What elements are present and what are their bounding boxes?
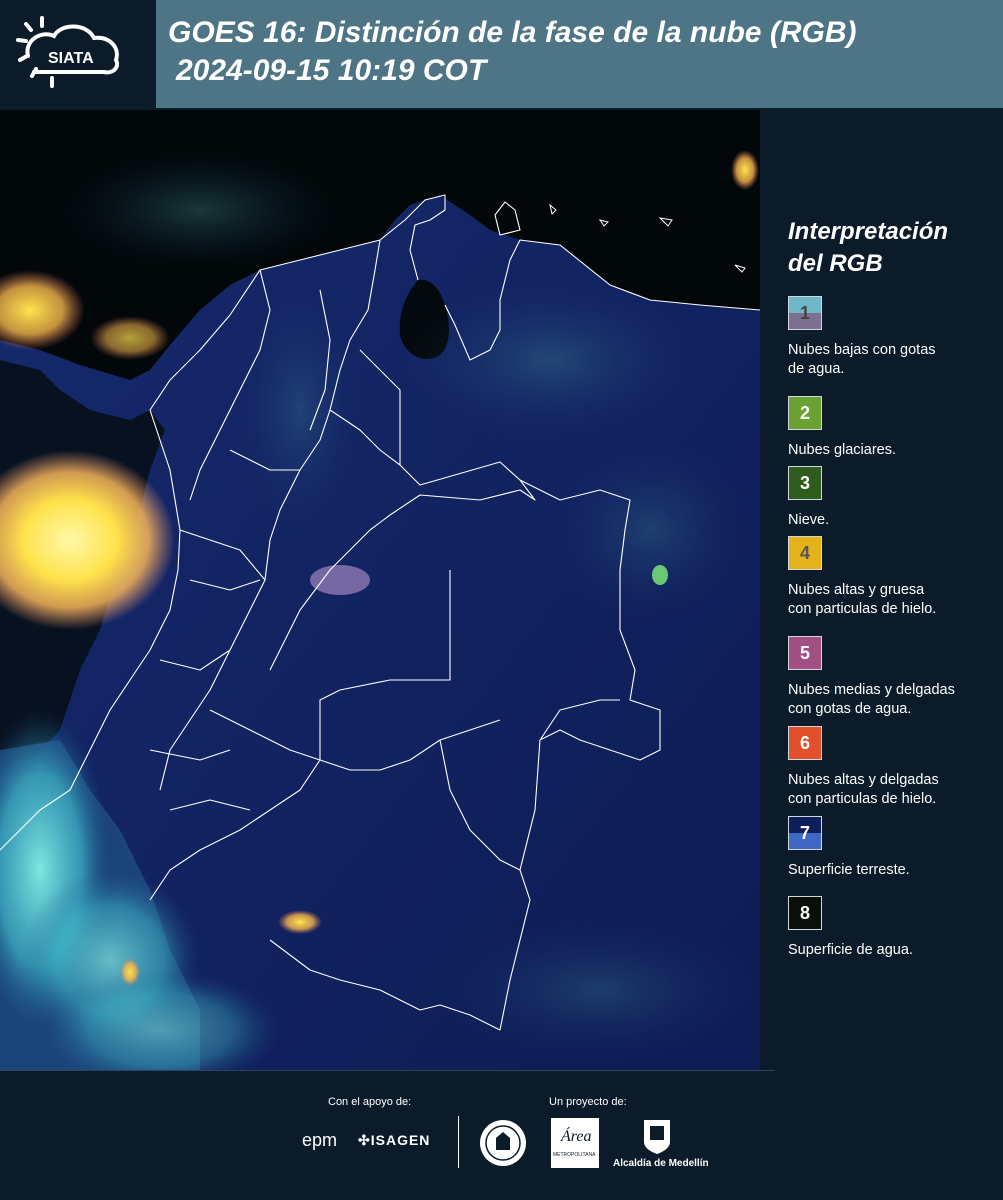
satellite-image	[0, 110, 760, 1070]
title-line-2: 2024-09-15 10:19 COT	[176, 54, 487, 87]
legend-number: 8	[799, 902, 810, 923]
legend-label: Nubes bajas con gotas de agua.	[788, 341, 1003, 379]
legend-label-line-1: Nubes altas y gruesa	[788, 582, 925, 598]
isagen-logo: ✣ISAGEN	[358, 1132, 430, 1149]
isagen-label: ISAGEN	[370, 1132, 431, 1148]
area-metropolitana-logo: Área METROPOLITANA	[551, 1118, 599, 1168]
legend-label-line-2: de agua.	[788, 361, 845, 377]
legend-label: Nubes glaciares.	[788, 441, 1003, 460]
legend-label-line-1: Nubes bajas con gotas	[788, 342, 936, 358]
footer-divider	[0, 1070, 775, 1071]
legend-label-line-1: Superficie de agua.	[788, 942, 913, 958]
footer: Con el apoyo de: Un proyecto de: epm ✣IS…	[0, 1070, 1003, 1200]
legend-number: 5	[799, 642, 810, 663]
legend-label-line-2: con particulas de hielo.	[788, 601, 937, 617]
legend-swatch: 6	[788, 726, 822, 760]
area-logo-sub: METROPOLITANA	[553, 1152, 596, 1158]
legend-item: 6 Nubes altas y delgadas con particulas de…	[788, 726, 1003, 809]
legend-label-line-2: con particulas de hielo.	[788, 791, 937, 807]
legend-label-line-1: Nubes glaciares.	[788, 442, 896, 458]
epm-logo: epm	[302, 1130, 338, 1150]
legend-swatch: 8	[788, 896, 822, 930]
legend-title-line-1: Interpretación	[788, 218, 949, 245]
legend-item: 3 Nieve.	[788, 466, 1003, 530]
legend-label: Superficie de agua.	[788, 941, 1003, 960]
legend-item: 2 Nubes glaciares.	[788, 396, 1003, 460]
legend-number: 1	[799, 302, 810, 323]
legend-label: Nubes altas y gruesa con particulas de hi…	[788, 581, 1003, 619]
legend-item: 4 Nubes altas y gruesa con particulas de h…	[788, 536, 1003, 619]
legend-swatch: 3	[788, 466, 822, 500]
svg-text:SIATA: SIATA	[48, 50, 94, 67]
legend-label-line-1: Nieve.	[788, 512, 830, 528]
legend-label-line-2: con gotas de agua.	[788, 701, 912, 717]
footer-vertical-separator	[458, 1116, 459, 1168]
legend-item: 7 Superficie terreste.	[788, 816, 1003, 880]
header-bar: SIATA GOES 16: Distinción de la fase de …	[0, 0, 1003, 108]
page-title: GOES 16: Distinción de la fase de la nub…	[168, 14, 856, 90]
legend-title: Interpretación del RGB	[788, 216, 948, 280]
legend-swatch: 7	[788, 816, 822, 850]
legend-number: 6	[799, 732, 810, 753]
legend-label: Nubes altas y delgadas con particulas de …	[788, 771, 1003, 809]
area-logo-text: Área	[561, 1128, 592, 1145]
siata-logo: SIATA	[16, 16, 119, 88]
legend-swatch: 5	[788, 636, 822, 670]
legend-swatch: 2	[788, 396, 822, 430]
legend-label: Superficie terreste.	[788, 861, 1003, 880]
title-line-1: GOES 16: Distinción de la fase de la nub…	[168, 16, 857, 49]
legend-label: Nubes medias y delgadas con gotas de agua…	[788, 681, 1003, 719]
medellin-seal-icon	[480, 1120, 526, 1166]
legend-item: 1 Nubes bajas con gotas de agua.	[788, 296, 1003, 379]
legend-title-line-2: del RGB	[788, 250, 883, 277]
isagen-icon: ✣	[358, 1132, 371, 1148]
legend-item: 8 Superficie de agua.	[788, 896, 1003, 960]
legend-label-line-1: Nubes medias y delgadas	[788, 682, 955, 698]
legend-label-line-1: Nubes altas y delgadas	[788, 772, 939, 788]
legend-panel: Interpretación del RGB 1 Nubes bajas con …	[760, 108, 1003, 1070]
legend-swatch: 4	[788, 536, 822, 570]
project-label: Un proyecto de:	[549, 1096, 627, 1108]
legend-number: 3	[799, 472, 810, 493]
legend-label: Nieve.	[788, 511, 1003, 530]
support-label: Con el apoyo de:	[328, 1096, 412, 1108]
alcaldia-shield-icon	[644, 1120, 670, 1154]
satellite-map-svg	[0, 110, 760, 1070]
legend-number: 4	[799, 542, 810, 563]
legend-item: 5 Nubes medias y delgadas con gotas de agu…	[788, 636, 1003, 719]
legend-number: 7	[799, 822, 810, 843]
legend-swatch: 1	[788, 296, 822, 330]
legend-number: 2	[799, 402, 810, 423]
legend-label-line-1: Superficie terreste.	[788, 862, 910, 878]
alcaldia-label: Alcaldía de Medellín	[613, 1158, 709, 1169]
